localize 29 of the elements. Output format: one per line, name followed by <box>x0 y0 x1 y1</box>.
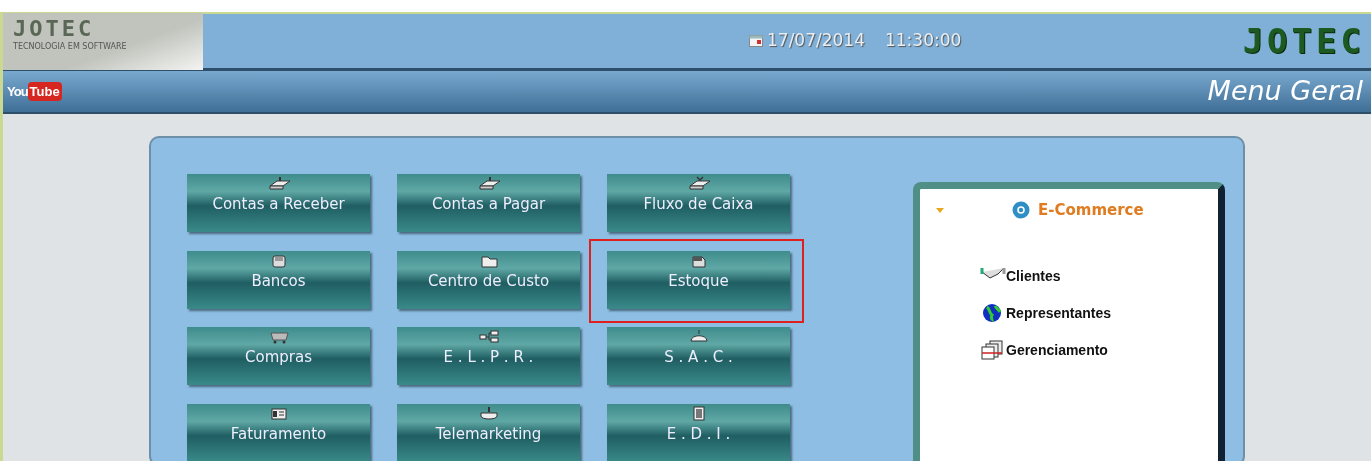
module-button[interactable]: Bancos <box>187 250 370 309</box>
module-button[interactable]: Contas a Receber <box>187 174 370 232</box>
brand-logo-text: JOTEC <box>1242 21 1365 61</box>
tray-icon <box>476 176 501 191</box>
menu-link[interactable]: Clientes <box>980 265 1202 287</box>
module-button[interactable]: Fluxo de Caixa <box>607 174 790 232</box>
calendar-icon <box>749 35 763 47</box>
module-button[interactable]: S . A . C . <box>607 327 790 385</box>
menu-link[interactable]: Gerenciamento <box>980 339 1202 361</box>
module-button[interactable]: E . L . P . R . <box>397 327 580 385</box>
date-text: 17/07/2014 <box>767 29 865 53</box>
tray-icon <box>266 176 291 191</box>
module-button[interactable]: Estoque <box>607 250 790 309</box>
module-button[interactable]: Centro de Custo <box>397 250 580 309</box>
logo-text: JOTEC <box>13 16 96 41</box>
module-button[interactable]: Faturamento <box>187 403 370 461</box>
module-button[interactable]: E . D . I . <box>607 403 790 461</box>
menu-link[interactable]: Representantes <box>980 302 1202 324</box>
page-title: Menu Geral <box>1207 74 1363 109</box>
time-text: 11:30:00 <box>885 29 962 53</box>
module-button[interactable]: Compras <box>187 327 370 385</box>
tray-icon <box>686 176 711 191</box>
caret-icon[interactable] <box>936 207 944 213</box>
module-button[interactable]: Contas a Pagar <box>397 174 580 232</box>
stacked-pages-icon <box>980 340 1006 360</box>
module-button[interactable]: Telemarketing <box>397 403 580 461</box>
logo-tagline: TECNOLOGIA EM SOFTWARE <box>13 40 128 53</box>
card-title: E-Commerce <box>1038 200 1144 221</box>
diagram-icon <box>476 329 501 344</box>
